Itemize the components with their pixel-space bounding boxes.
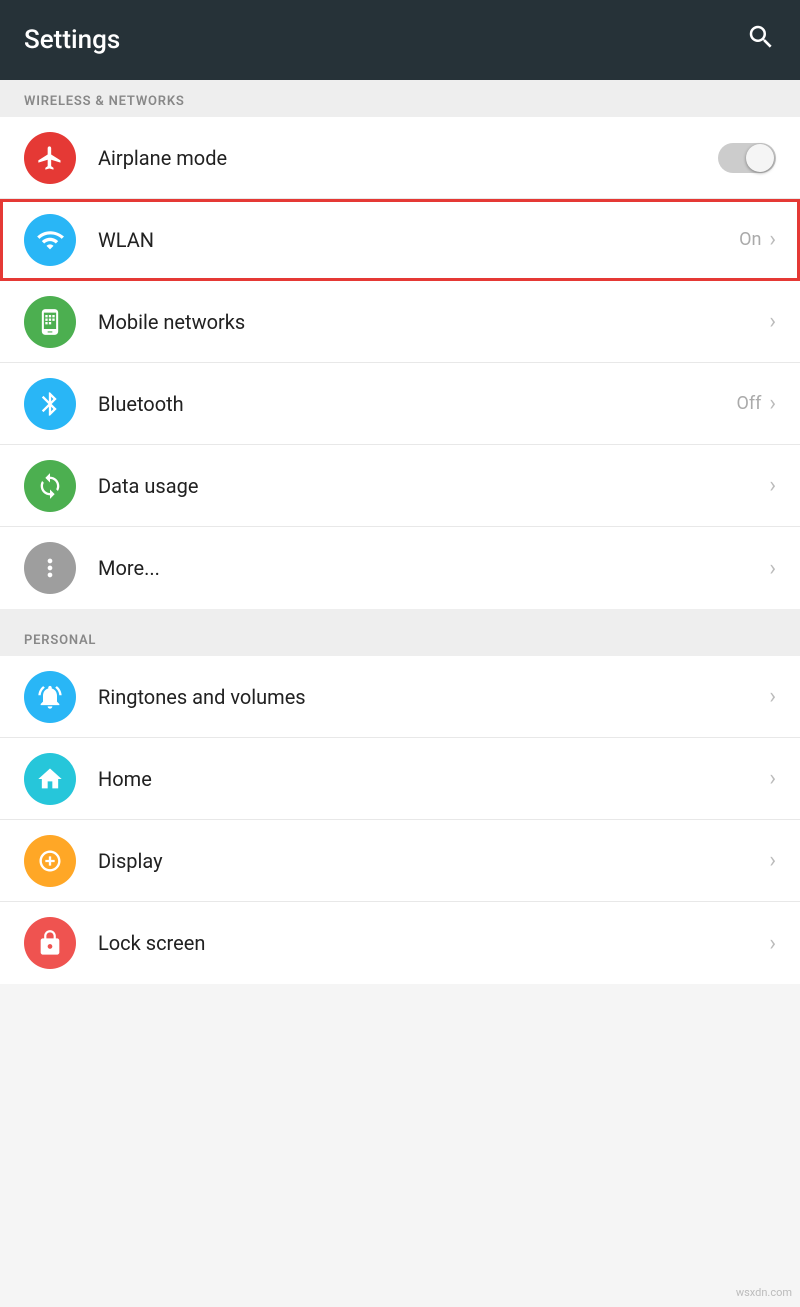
display-item[interactable]: Display › bbox=[0, 820, 800, 902]
lock-screen-item[interactable]: Lock screen › bbox=[0, 902, 800, 984]
more-label: More... bbox=[98, 556, 767, 580]
wlan-status: On bbox=[739, 229, 761, 250]
mobile-networks-label: Mobile networks bbox=[98, 310, 767, 334]
data-usage-chevron-icon: › bbox=[769, 473, 776, 498]
section-spacer bbox=[0, 609, 800, 619]
lock-screen-label: Lock screen bbox=[98, 931, 767, 955]
ringtones-item[interactable]: Ringtones and volumes › bbox=[0, 656, 800, 738]
watermark: wsxdn.com bbox=[736, 1286, 792, 1299]
wlan-chevron-icon: › bbox=[769, 227, 776, 252]
mobile-networks-chevron-icon: › bbox=[769, 309, 776, 334]
home-label: Home bbox=[98, 767, 767, 791]
more-chevron-icon: › bbox=[769, 556, 776, 581]
home-item[interactable]: Home › bbox=[0, 738, 800, 820]
mobile-networks-icon-circle bbox=[24, 296, 76, 348]
display-icon-circle bbox=[24, 835, 76, 887]
search-icon[interactable] bbox=[746, 22, 776, 59]
display-chevron-icon: › bbox=[769, 848, 776, 873]
data-usage-label: Data usage bbox=[98, 474, 767, 498]
ringtones-label: Ringtones and volumes bbox=[98, 685, 767, 709]
airplane-mode-label: Airplane mode bbox=[98, 146, 718, 170]
bluetooth-icon-circle bbox=[24, 378, 76, 430]
home-icon-circle bbox=[24, 753, 76, 805]
data-usage-item[interactable]: Data usage › bbox=[0, 445, 800, 527]
bluetooth-label: Bluetooth bbox=[98, 392, 736, 416]
app-header: Settings bbox=[0, 0, 800, 80]
toggle-knob bbox=[746, 144, 774, 172]
lock-screen-icon-circle bbox=[24, 917, 76, 969]
wireless-settings-list: Airplane mode WLAN On › Mobile networks … bbox=[0, 117, 800, 609]
wlan-item[interactable]: WLAN On › bbox=[0, 199, 800, 281]
display-label: Display bbox=[98, 849, 767, 873]
wlan-icon-circle bbox=[24, 214, 76, 266]
wlan-label: WLAN bbox=[98, 228, 739, 252]
home-chevron-icon: › bbox=[769, 766, 776, 791]
data-usage-icon-circle bbox=[24, 460, 76, 512]
bluetooth-chevron-icon: › bbox=[769, 391, 776, 416]
ringtones-icon-circle bbox=[24, 671, 76, 723]
mobile-networks-item[interactable]: Mobile networks › bbox=[0, 281, 800, 363]
more-icon-circle bbox=[24, 542, 76, 594]
more-item[interactable]: More... › bbox=[0, 527, 800, 609]
bluetooth-item[interactable]: Bluetooth Off › bbox=[0, 363, 800, 445]
lock-screen-chevron-icon: › bbox=[769, 931, 776, 956]
ringtones-chevron-icon: › bbox=[769, 684, 776, 709]
airplane-mode-item[interactable]: Airplane mode bbox=[0, 117, 800, 199]
section-label-personal: PERSONAL bbox=[0, 619, 800, 656]
bluetooth-status: Off bbox=[736, 393, 761, 414]
section-label-wireless: WIRELESS & NETWORKS bbox=[0, 80, 800, 117]
page-title: Settings bbox=[24, 25, 120, 55]
airplane-mode-icon-circle bbox=[24, 132, 76, 184]
personal-settings-list: Ringtones and volumes › Home › Display ›… bbox=[0, 656, 800, 984]
airplane-mode-toggle[interactable] bbox=[718, 143, 776, 173]
